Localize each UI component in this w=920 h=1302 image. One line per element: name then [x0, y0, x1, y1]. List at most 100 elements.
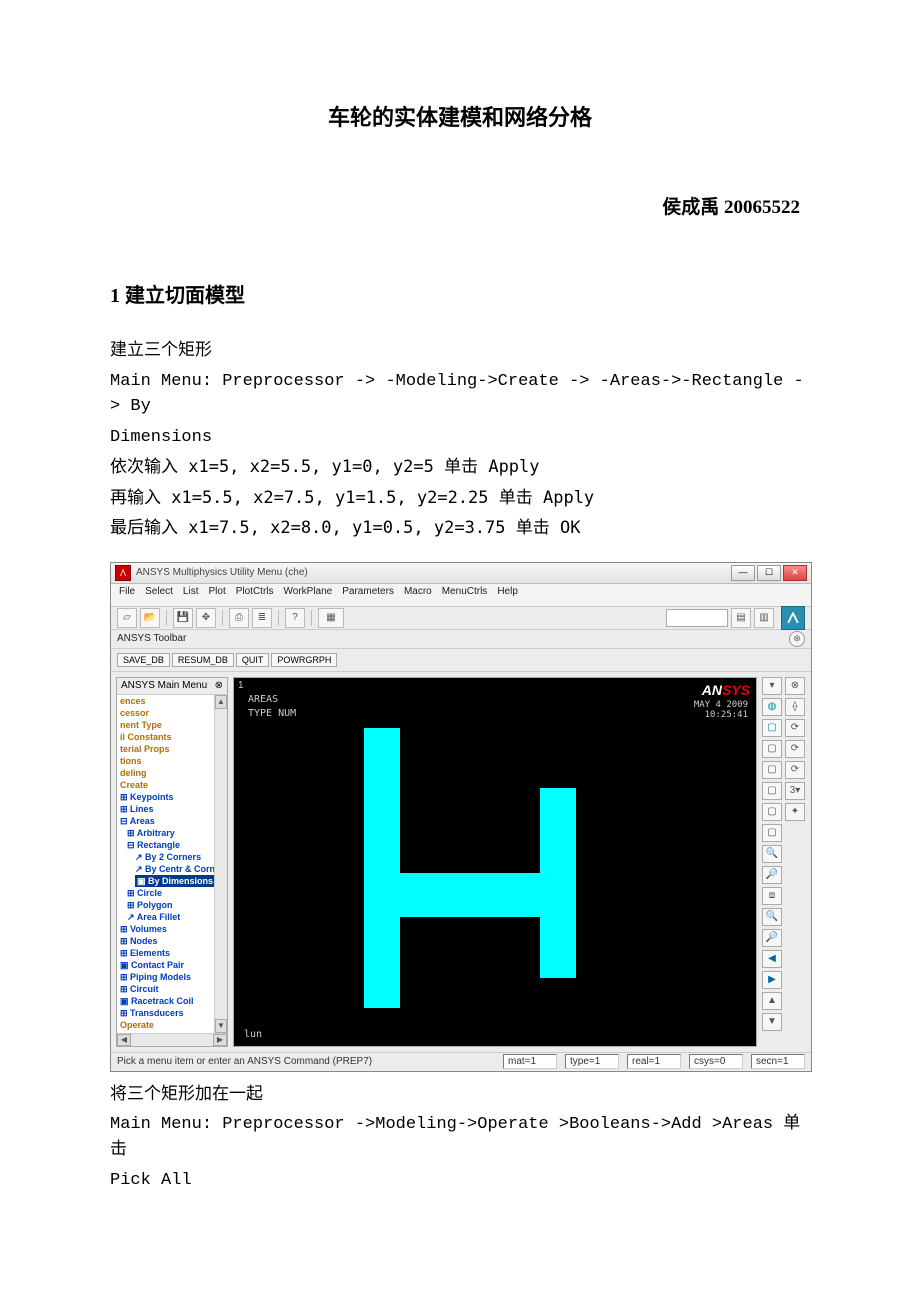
- reset-view-icon[interactable]: ▥: [754, 608, 774, 628]
- tree-item[interactable]: nent Type: [117, 719, 227, 731]
- pan-zoom-icon[interactable]: ✥: [196, 608, 216, 628]
- tree-item[interactable]: Create: [117, 779, 227, 791]
- powrgrph-button[interactable]: POWRGRPH: [271, 653, 337, 667]
- close-button[interactable]: ✕: [783, 565, 807, 581]
- tree-item-lines[interactable]: ⊞ Lines: [117, 803, 227, 815]
- tree-horizontal-scrollbar[interactable]: ◀ ▶: [117, 1033, 227, 1046]
- menu-plot[interactable]: Plot: [208, 586, 225, 604]
- pan-left-icon[interactable]: ◀: [762, 950, 782, 968]
- zoom-window-icon[interactable]: 🔍: [762, 908, 782, 926]
- scroll-right-icon[interactable]: ▶: [213, 1034, 227, 1046]
- minimize-button[interactable]: —: [731, 565, 755, 581]
- menu-help[interactable]: Help: [497, 586, 518, 604]
- status-bar: Pick a menu item or enter an ANSYS Comma…: [111, 1052, 811, 1071]
- menu-macro[interactable]: Macro: [404, 586, 432, 604]
- tree-item[interactable]: ences: [117, 695, 227, 707]
- tree-item-operate[interactable]: Operate: [117, 1019, 227, 1031]
- raise-hidden-icon[interactable]: ▤: [731, 608, 751, 628]
- back-view-icon[interactable]: ▢: [762, 782, 782, 800]
- help-icon[interactable]: ?: [285, 608, 305, 628]
- top-view-icon[interactable]: ▢: [762, 761, 782, 779]
- tree-item-arbitrary[interactable]: ⊞ Arbitrary: [117, 827, 227, 839]
- tree-item-movemodify[interactable]: Move / Modify: [117, 1031, 227, 1033]
- print-icon[interactable]: ⎙: [229, 608, 249, 628]
- tree-item-keypoints[interactable]: ⊞ Keypoints: [117, 791, 227, 803]
- quit-button[interactable]: QUIT: [236, 653, 270, 667]
- tree-item-contactpair[interactable]: ▣ Contact Pair: [117, 959, 227, 971]
- zoom-in-icon[interactable]: 🔍: [762, 845, 782, 863]
- menu-list[interactable]: List: [183, 586, 199, 604]
- tree-item[interactable]: terial Props: [117, 743, 227, 755]
- menu-file[interactable]: File: [119, 586, 135, 604]
- box-zoom-icon[interactable]: ⧈: [762, 887, 782, 905]
- status-type: type=1: [565, 1054, 619, 1069]
- open-file-icon[interactable]: 📂: [140, 608, 160, 628]
- window-layout-icon[interactable]: ▾: [762, 677, 782, 695]
- save-icon[interactable]: 💾: [173, 608, 193, 628]
- tree-item-areas[interactable]: ⊟ Areas: [117, 815, 227, 827]
- tree-item-bycentr[interactable]: ↗ By Centr & Cornr: [117, 863, 227, 875]
- scroll-up-icon[interactable]: ▲: [215, 695, 227, 709]
- rotate-xy-icon[interactable]: ⟳: [785, 719, 805, 737]
- panel-collapse-icon[interactable]: ⊗: [215, 680, 223, 691]
- scroll-left-icon[interactable]: ◀: [117, 1034, 131, 1046]
- tree-item-rectangle[interactable]: ⊟ Rectangle: [117, 839, 227, 851]
- ansys-brand-icon[interactable]: [781, 606, 805, 630]
- menu-workplane[interactable]: WorkPlane: [284, 586, 333, 604]
- tree-item-racetrack[interactable]: ▣ Racetrack Coil: [117, 995, 227, 1007]
- pan-down-icon[interactable]: ▼: [762, 1013, 782, 1031]
- tree-item-polygon[interactable]: ⊞ Polygon: [117, 899, 227, 911]
- tree-item-circle[interactable]: ⊞ Circle: [117, 887, 227, 899]
- tree-item-circuit[interactable]: ⊞ Circuit: [117, 983, 227, 995]
- tree-item[interactable]: cessor: [117, 707, 227, 719]
- tree-item-by2corners[interactable]: ↗ By 2 Corners: [117, 851, 227, 863]
- viewport-number: 1: [238, 680, 244, 691]
- tree-item-piping[interactable]: ⊞ Piping Models: [117, 971, 227, 983]
- document-title: 车轮的实体建模和网络分格: [110, 100, 810, 132]
- report-icon[interactable]: ≣: [252, 608, 272, 628]
- dynamic-mode-icon[interactable]: ✦: [785, 803, 805, 821]
- rate-dropdown[interactable]: 3▾: [785, 782, 805, 800]
- right-view-icon[interactable]: ▢: [762, 740, 782, 758]
- iso-view-icon[interactable]: ◍: [762, 698, 782, 716]
- save-db-button[interactable]: SAVE_DB: [117, 653, 170, 667]
- pan-up-icon[interactable]: ▲: [762, 992, 782, 1010]
- tree-item-transducers[interactable]: ⊞ Transducers: [117, 1007, 227, 1019]
- tree-item-areafillet[interactable]: ↗ Area Fillet: [117, 911, 227, 923]
- tree-item-nodes[interactable]: ⊞ Nodes: [117, 935, 227, 947]
- front-view-icon[interactable]: ▢: [762, 719, 782, 737]
- new-file-icon[interactable]: ▱: [117, 608, 137, 628]
- zoom-back-icon[interactable]: 🔎: [762, 929, 782, 947]
- body-text: 再输入 x1=5.5, x2=7.5, y1=1.5, y2=2.25 单击 A…: [110, 486, 810, 512]
- tree-item-bydimensions[interactable]: ▣ By Dimensions: [117, 875, 227, 887]
- graphics-viewport[interactable]: 1 AREAS TYPE NUM lun ANSYS MAY 4 2009 10…: [233, 677, 757, 1047]
- tree-vertical-scrollbar[interactable]: ▲ ▼: [214, 695, 227, 1033]
- rotate-yz-icon[interactable]: ⟳: [785, 740, 805, 758]
- oblique-view-icon[interactable]: ⟠: [785, 698, 805, 716]
- menu-menuctrls[interactable]: MenuCtrls: [442, 586, 488, 604]
- tree-item-elements[interactable]: ⊞ Elements: [117, 947, 227, 959]
- pan-right-icon[interactable]: ▶: [762, 971, 782, 989]
- bottom-view-icon[interactable]: ▢: [762, 824, 782, 842]
- contour-icon[interactable]: ▦: [318, 608, 344, 628]
- zoom-out-icon[interactable]: 🔎: [762, 866, 782, 884]
- resum-db-button[interactable]: RESUM_DB: [172, 653, 234, 667]
- tree-item[interactable]: il Constants: [117, 731, 227, 743]
- fit-view-icon[interactable]: ⊗: [785, 677, 805, 695]
- scroll-down-icon[interactable]: ▼: [215, 1019, 227, 1033]
- tree-item[interactable]: tions: [117, 755, 227, 767]
- menu-plotctrls[interactable]: PlotCtrls: [236, 586, 274, 604]
- menu-select[interactable]: Select: [145, 586, 173, 604]
- main-menu-tree[interactable]: ences cessor nent Type il Constants teri…: [117, 695, 227, 1033]
- main-menu-label: ANSYS Main Menu: [121, 680, 207, 691]
- menu-parameters[interactable]: Parameters: [342, 586, 394, 604]
- rotate-xz-icon[interactable]: ⟳: [785, 761, 805, 779]
- command-toolbar: SAVE_DB RESUM_DB QUIT POWRGRPH: [111, 649, 811, 672]
- toolbar-collapse-icon[interactable]: ⊗: [789, 631, 805, 647]
- left-view-icon[interactable]: ▢: [762, 803, 782, 821]
- tree-item-volumes[interactable]: ⊞ Volumes: [117, 923, 227, 935]
- tree-item[interactable]: deling: [117, 767, 227, 779]
- toolbar-dropdown[interactable]: [666, 609, 728, 627]
- body-text: Dimensions: [110, 425, 810, 451]
- maximize-button[interactable]: ☐: [757, 565, 781, 581]
